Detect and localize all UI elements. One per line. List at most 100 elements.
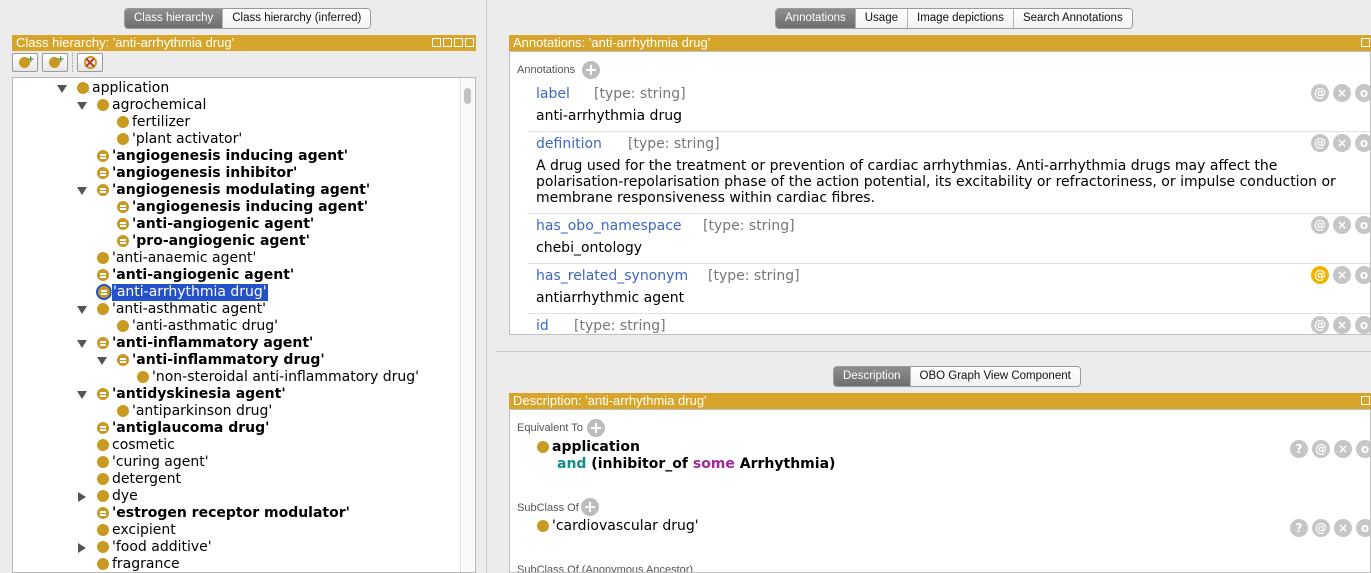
- split-icon[interactable]: [1361, 396, 1370, 405]
- tree-node[interactable]: detergent: [13, 471, 453, 488]
- annotate-button[interactable]: @: [1311, 266, 1329, 284]
- collapse-arrow-icon[interactable]: [77, 340, 87, 348]
- edit-button[interactable]: o: [1355, 134, 1370, 152]
- collapse-arrow-icon[interactable]: [77, 306, 87, 314]
- annotation-property[interactable]: label: [536, 86, 570, 102]
- superclass-entry[interactable]: 'cardiovascular drug': [552, 518, 699, 535]
- tree-node[interactable]: 'anti-inflammatory agent': [13, 335, 453, 352]
- split-icon[interactable]: [1361, 38, 1370, 47]
- tree-node[interactable]: 'angiogenesis inducing agent': [13, 148, 453, 165]
- tree-node[interactable]: 'antiglaucoma drug': [13, 420, 453, 437]
- annotate-button[interactable]: @: [1311, 216, 1329, 234]
- annotation-property[interactable]: id: [536, 318, 549, 334]
- explain-button[interactable]: ?: [1290, 519, 1308, 537]
- close-icon[interactable]: [465, 38, 474, 47]
- tab-image-depictions[interactable]: Image depictions: [908, 9, 1014, 28]
- collapse-arrow-icon[interactable]: [77, 102, 87, 110]
- delete-button[interactable]: ×: [1333, 216, 1351, 234]
- tree-node[interactable]: application: [13, 80, 453, 97]
- annotation-row[interactable]: id [type: string] @ × o: [528, 314, 1370, 334]
- tree-node[interactable]: 'angiogenesis modulating agent': [13, 182, 453, 199]
- annotation-row[interactable]: definition [type: string] A drug used for …: [528, 132, 1370, 214]
- tree-node[interactable]: 'pro-angiogenic agent': [13, 233, 453, 250]
- annotate-button[interactable]: @: [1311, 84, 1329, 102]
- tab-search-annotations[interactable]: Search Annotations: [1013, 9, 1132, 28]
- expand-arrow-icon[interactable]: [78, 492, 86, 502]
- add-annotation-icon[interactable]: [582, 61, 600, 79]
- tree-node[interactable]: 'anti-inflammatory drug': [13, 352, 453, 369]
- collapse-arrow-icon[interactable]: [77, 187, 87, 195]
- collapse-arrow-icon[interactable]: [97, 357, 107, 365]
- edit-button[interactable]: o: [1355, 266, 1370, 284]
- tree-node[interactable]: 'anti-angiogenic agent': [13, 216, 453, 233]
- tree-node[interactable]: dye: [13, 488, 453, 505]
- edit-button[interactable]: o: [1356, 519, 1370, 537]
- tree-node[interactable]: cosmetic: [13, 437, 453, 454]
- delete-button[interactable]: ×: [1333, 84, 1351, 102]
- annotate-button[interactable]: @: [1312, 519, 1330, 537]
- tree-node[interactable]: 'curing agent': [13, 454, 453, 471]
- equivalent-expression[interactable]: application and (inhibitor_of some Arrhy…: [552, 439, 835, 473]
- tree-node[interactable]: 'angiogenesis inducing agent': [13, 199, 453, 216]
- tree-node[interactable]: 'antidyskinesia agent': [13, 386, 453, 403]
- tree-node[interactable]: 'anti-anaemic agent': [13, 250, 453, 267]
- split-icon[interactable]: [432, 38, 441, 47]
- tree-node[interactable]: 'antiparkinson drug': [13, 403, 453, 420]
- annotation-row[interactable]: has_obo_namespace [type: string] chebi_ont…: [528, 214, 1370, 264]
- tree-node[interactable]: 'food additive': [13, 539, 453, 556]
- annotation-row[interactable]: has_related_synonym [type: string] antiarr…: [528, 264, 1370, 314]
- add-equivalent-icon[interactable]: [587, 419, 605, 437]
- defined-class-icon: [97, 422, 109, 434]
- annotation-property[interactable]: definition: [536, 136, 602, 152]
- scroll-thumb[interactable]: [464, 88, 471, 104]
- edit-button[interactable]: o: [1356, 440, 1370, 458]
- delete-button[interactable]: ×: [1333, 266, 1351, 284]
- annotation-type: [type: string]: [708, 268, 800, 284]
- annotation-row[interactable]: label [type: string] anti-arrhythmia drug @…: [528, 82, 1370, 132]
- tree-node[interactable]: excipient: [13, 522, 453, 539]
- add-subclass-button[interactable]: +: [12, 53, 38, 72]
- delete-button[interactable]: ×: [1334, 519, 1352, 537]
- delete-class-button[interactable]: [77, 53, 103, 72]
- tab-class-hierarchy[interactable]: Class hierarchy: [125, 9, 224, 28]
- tree-node[interactable]: 'non-steroidal anti-inflammatory drug': [13, 369, 453, 386]
- delete-button[interactable]: ×: [1333, 316, 1351, 334]
- tree-node[interactable]: 'estrogen receptor modulator': [13, 505, 453, 522]
- annotate-button[interactable]: @: [1311, 316, 1329, 334]
- annotate-button[interactable]: @: [1311, 134, 1329, 152]
- annotation-property[interactable]: has_obo_namespace: [536, 218, 682, 234]
- tab-obo-graph-view[interactable]: OBO Graph View Component: [910, 367, 1080, 386]
- annotations-title: Annotations: 'anti-arrhythmia drug': [513, 35, 711, 50]
- edit-button[interactable]: o: [1355, 216, 1370, 234]
- tab-usage[interactable]: Usage: [855, 9, 908, 28]
- add-superclass-icon[interactable]: [581, 498, 599, 516]
- tab-description[interactable]: Description: [834, 367, 911, 386]
- tree-node[interactable]: 'plant activator': [13, 131, 453, 148]
- class-tree[interactable]: application agrochemical fertilizer'plant …: [12, 77, 476, 573]
- delete-button[interactable]: ×: [1333, 134, 1351, 152]
- annotation-type: [type: string]: [594, 86, 686, 102]
- tab-annotations[interactable]: Annotations: [776, 9, 856, 28]
- tree-scrollbar[interactable]: [460, 78, 475, 572]
- tree-node[interactable]: 'anti-asthmatic agent': [13, 301, 453, 318]
- maximize-icon[interactable]: [454, 38, 463, 47]
- edit-button[interactable]: o: [1355, 316, 1370, 334]
- annotate-button[interactable]: @: [1312, 440, 1330, 458]
- expand-arrow-icon[interactable]: [78, 543, 86, 553]
- tree-node[interactable]: agrochemical: [13, 97, 453, 114]
- collapse-arrow-icon[interactable]: [57, 85, 67, 93]
- explain-button[interactable]: ?: [1290, 440, 1308, 458]
- tab-class-hierarchy-inferred[interactable]: Class hierarchy (inferred): [223, 9, 371, 28]
- add-sibling-button[interactable]: +: [42, 53, 68, 72]
- edit-button[interactable]: o: [1355, 84, 1370, 102]
- tree-node[interactable]: 'anti-asthmatic drug': [13, 318, 453, 335]
- float-icon[interactable]: [443, 38, 452, 47]
- tree-node[interactable]: 'anti-angiogenic agent': [13, 267, 453, 284]
- tree-node[interactable]: fragrance: [13, 556, 453, 572]
- delete-button[interactable]: ×: [1334, 440, 1352, 458]
- collapse-arrow-icon[interactable]: [77, 391, 87, 399]
- tree-node[interactable]: 'anti-arrhythmia drug': [13, 283, 453, 302]
- annotation-property[interactable]: has_related_synonym: [536, 268, 688, 284]
- tree-node[interactable]: 'angiogenesis inhibitor': [13, 165, 453, 182]
- tree-node[interactable]: fertilizer: [13, 114, 453, 131]
